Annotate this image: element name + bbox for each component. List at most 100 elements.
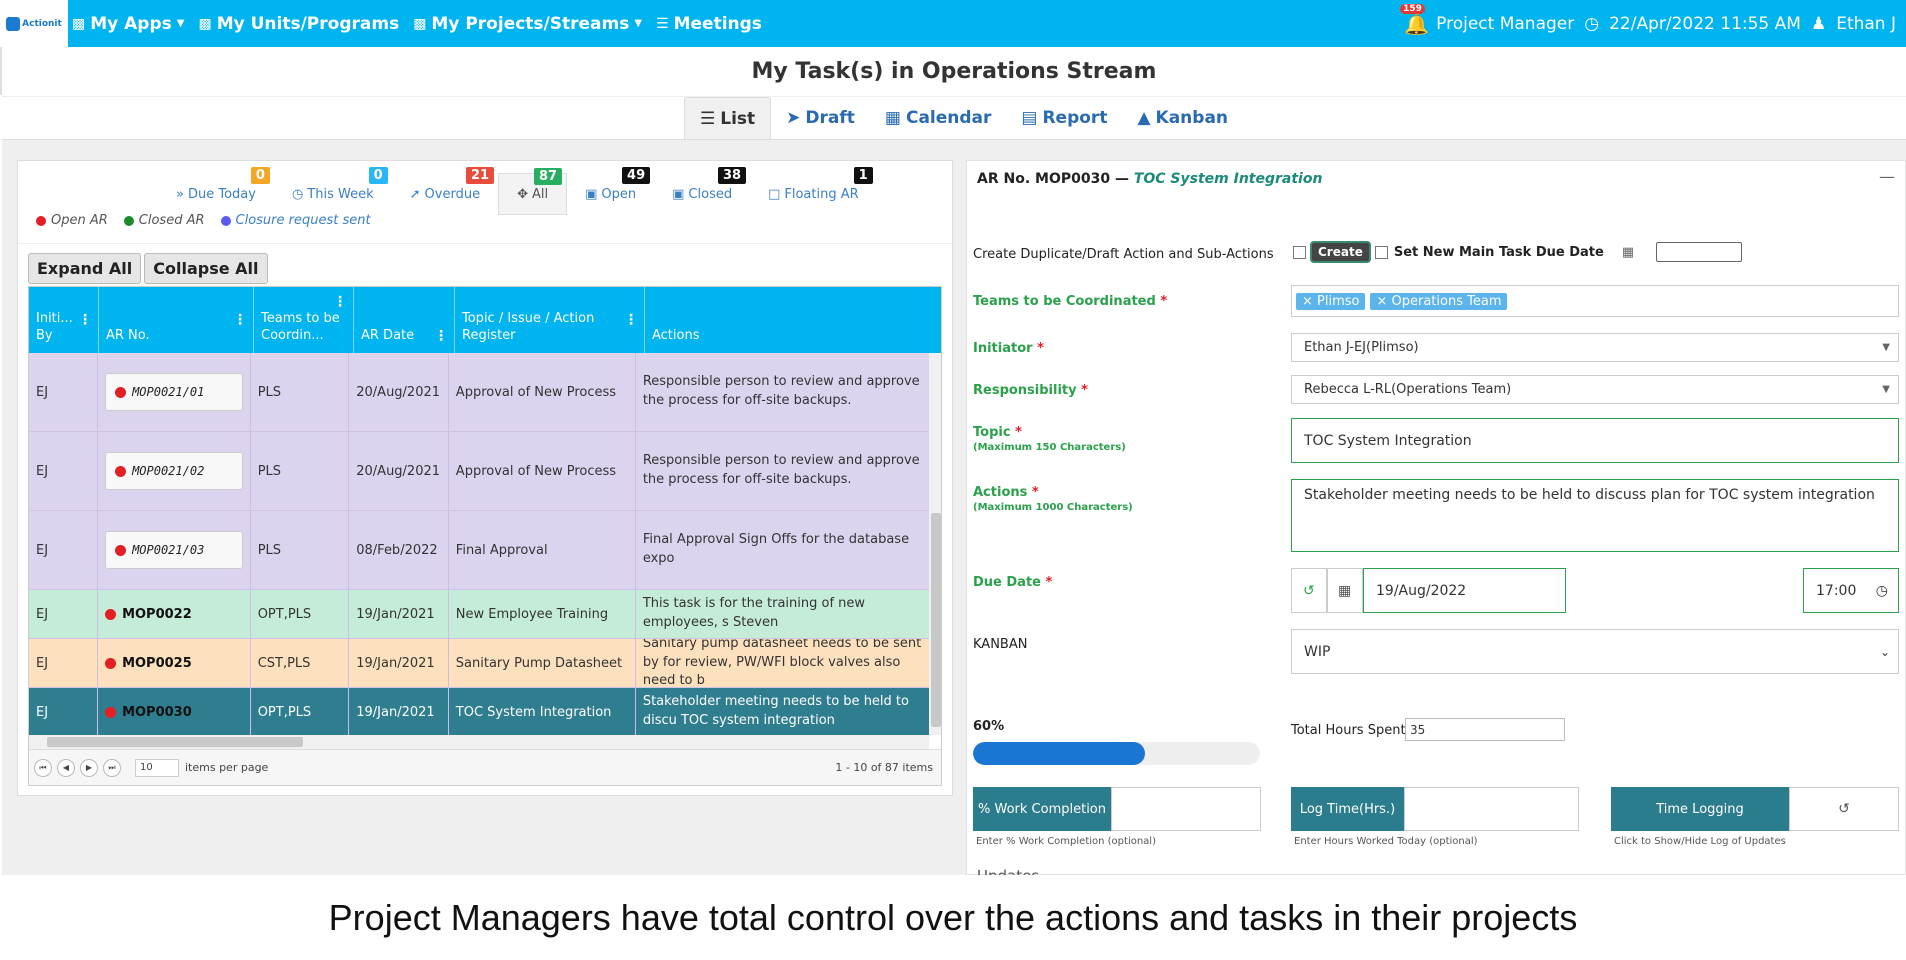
collapse-all-button[interactable]: Collapse All: [144, 253, 268, 284]
column-header-initiated-by[interactable]: Initi... By ⋮: [29, 287, 99, 353]
kanban-select[interactable]: WIP ⌄: [1291, 629, 1899, 674]
due-time-input[interactable]: 17:00 ◷: [1803, 568, 1899, 613]
cell-text: TOC System Integration: [455, 704, 612, 720]
collapse-panel-icon[interactable]: —: [1879, 167, 1895, 186]
ar-link[interactable]: MOP0030: [105, 705, 192, 720]
log-time-input[interactable]: [1404, 787, 1579, 831]
tab-draft[interactable]: ➤ Draft: [771, 97, 870, 139]
task-detail-panel: AR No. MOP0030 — TOC System Integration …: [966, 160, 1906, 885]
table-row[interactable]: EJ MOP0025 CST,PLS 19/Jan/2021 Sanitary Pump…: [29, 639, 929, 688]
nav-meetings[interactable]: ☰ Meetings: [656, 14, 762, 34]
legend-closure-request[interactable]: Closure request sent: [220, 213, 371, 228]
ar-link[interactable]: MOP0025: [105, 656, 192, 671]
total-hours-input[interactable]: 35: [1405, 718, 1565, 741]
reset-due-date-icon[interactable]: ↺: [1291, 568, 1327, 613]
tab-label: Calendar: [905, 108, 992, 128]
column-menu-icon[interactable]: ⋮: [78, 311, 92, 329]
cell-teams: PLS: [251, 353, 350, 431]
tab-calendar[interactable]: ▦ Calendar: [870, 97, 1007, 139]
last-page-button[interactable]: ⏭: [103, 758, 121, 777]
tab-list[interactable]: ☰ List: [684, 97, 772, 139]
cell-teams: PLS: [251, 511, 350, 589]
horizontal-scrollbar[interactable]: [29, 735, 929, 749]
cell-text: 20/Aug/2021: [356, 463, 441, 479]
cell-teams: PLS: [251, 432, 350, 510]
scroll-thumb[interactable]: [47, 737, 303, 747]
column-menu-icon[interactable]: ⋮: [233, 311, 247, 329]
tab-report[interactable]: ▤ Report: [1006, 97, 1122, 139]
column-header-actions[interactable]: Actions: [645, 287, 941, 353]
required-mark: *: [1031, 485, 1039, 500]
column-header-teams[interactable]: Teams to be Coordin... ⋮: [254, 287, 354, 353]
filter-due-today[interactable]: » Due Today 0: [158, 167, 274, 215]
create-button[interactable]: Create: [1310, 241, 1371, 263]
table-row[interactable]: EJ MOP0021/03 PLS 08/Feb/2022 Final Approval…: [29, 511, 929, 590]
app-logo[interactable]: Actionit: [0, 0, 68, 47]
time-logging-button[interactable]: Time Logging: [1611, 787, 1789, 831]
table-row[interactable]: EJ MOP0030 OPT,PLS 19/Jan/2021 TOC System In…: [29, 688, 929, 737]
cell-text: Final Approval: [455, 542, 548, 558]
first-page-button[interactable]: ⏮: [34, 758, 52, 777]
prev-page-button[interactable]: ◀: [57, 758, 75, 777]
cell-text: Approval of New Process: [455, 463, 617, 479]
nav-my-units-programs[interactable]: ▩ My Units/Programs: [198, 14, 399, 34]
column-menu-icon[interactable]: ⋮: [624, 311, 638, 329]
new-due-date-input[interactable]: [1656, 242, 1743, 262]
expand-all-button[interactable]: Expand All: [28, 253, 142, 284]
scroll-thumb[interactable]: [931, 513, 941, 727]
filter-all[interactable]: ✥ All 87: [498, 168, 568, 215]
actions-textarea[interactable]: Stakeholder meeting needs to be held to …: [1291, 479, 1899, 552]
column-menu-icon[interactable]: ⋮: [434, 327, 448, 345]
table-row[interactable]: EJ MOP0021/02 PLS 20/Aug/2021 Approval of Ne…: [29, 432, 929, 511]
cell-text: 08/Feb/2022: [356, 542, 438, 558]
nav-my-projects-streams[interactable]: ▩ My Projects/Streams ▼: [413, 14, 642, 34]
ar-link[interactable]: MOP0022: [105, 607, 192, 622]
filter-closed[interactable]: ▣ Closed 38: [654, 167, 750, 215]
cell-text: EJ: [36, 384, 49, 400]
teams-multiselect[interactable]: × Plimso × Operations Team: [1291, 285, 1899, 317]
filter-open[interactable]: ▣ Open 49: [567, 167, 654, 215]
team-chip[interactable]: × Operations Team: [1370, 292, 1508, 310]
filter-overdue[interactable]: ➚ Overdue 21: [392, 167, 498, 215]
tab-kanban[interactable]: ▲ Kanban: [1122, 97, 1243, 139]
topic-input[interactable]: TOC System Integration: [1291, 418, 1899, 463]
filter-this-week[interactable]: ◷ This Week 0: [274, 167, 392, 215]
page-size-select[interactable]: 10: [135, 758, 179, 777]
set-due-date-checkbox[interactable]: [1374, 245, 1388, 259]
calendar-icon[interactable]: ▦: [1622, 245, 1634, 260]
top-navbar: Actionit ▩ My Apps ▼ ▩ My Units/Programs ▩ M…: [0, 0, 1906, 47]
initiator-select[interactable]: Ethan J-EJ(Plimso) ▼: [1291, 333, 1899, 362]
ar-link[interactable]: MOP0021/01: [105, 373, 243, 411]
user-role[interactable]: Project Manager: [1436, 14, 1574, 34]
ar-link[interactable]: MOP0021/02: [105, 452, 243, 490]
chip-label: Operations Team: [1391, 293, 1502, 309]
responsibility-select[interactable]: Rebecca L-RL(Operations Team) ▼: [1291, 375, 1899, 404]
cell-ar-no: MOP0021/01: [98, 353, 251, 431]
column-header-ar-no[interactable]: AR No. ⋮: [99, 287, 254, 353]
refresh-log-icon[interactable]: ↺: [1789, 787, 1899, 831]
nav-my-apps[interactable]: ▩ My Apps ▼: [72, 14, 184, 34]
filter-floating-ar[interactable]: □ Floating AR 1: [750, 167, 877, 215]
work-completion-button[interactable]: % Work Completion: [973, 787, 1111, 831]
team-chip[interactable]: × Plimso: [1296, 292, 1366, 310]
calendar-icon[interactable]: ▦: [1327, 568, 1363, 613]
user-menu[interactable]: Ethan J: [1836, 14, 1896, 34]
due-date-input[interactable]: 19/Aug/2022: [1363, 568, 1566, 613]
table-row[interactable]: EJ MOP0021/01 PLS 20/Aug/2021 Approval of Ne…: [29, 353, 929, 432]
work-completion-input[interactable]: [1111, 787, 1261, 831]
ar-link[interactable]: MOP0021/03: [105, 531, 243, 569]
log-time-button[interactable]: Log Time(Hrs.): [1291, 787, 1404, 831]
cell-text: Approval of New Process: [455, 384, 617, 400]
cell-actions: Stakeholder meeting needs to be held to …: [636, 688, 929, 736]
cell-ar-no: MOP0025: [98, 639, 251, 687]
vertical-scrollbar[interactable]: [929, 353, 941, 735]
column-header-topic[interactable]: Topic / Issue / Action Register ⋮: [455, 287, 645, 353]
column-header-ar-date[interactable]: AR Date ⋮: [354, 287, 455, 353]
next-page-button[interactable]: ▶: [80, 758, 98, 777]
filter-tabs: » Due Today 0 ◷ This Week 0 ➚ Overdue 21 ✥ All 8…: [158, 167, 877, 215]
column-menu-icon[interactable]: ⋮: [333, 293, 347, 311]
table-row[interactable]: EJ MOP0022 OPT,PLS 19/Jan/2021 New Employee …: [29, 590, 929, 639]
duplicate-checkbox[interactable]: [1293, 245, 1306, 259]
notifications-bell-icon[interactable]: 🔔 159: [1400, 3, 1429, 36]
log-time-hint: Enter Hours Worked Today (optional): [1294, 836, 1478, 847]
